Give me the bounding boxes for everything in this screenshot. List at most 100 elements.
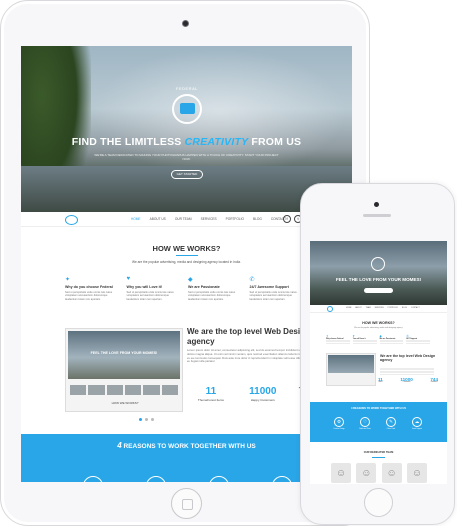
phone-reason-icon: ✎ bbox=[386, 417, 396, 427]
reason-circle-icon bbox=[209, 476, 229, 482]
agency-text: Lorem ipsum dolor sit amet, consectetur … bbox=[187, 348, 314, 364]
nav-item-blog[interactable]: BLOG bbox=[253, 217, 262, 221]
phone-feature-item: ♥ You will Love it bbox=[352, 334, 377, 344]
mockup-thumb bbox=[143, 385, 160, 395]
phone-stat-item: 744 Followers bbox=[430, 377, 438, 383]
phone-nav-item[interactable]: PORTFOLIO bbox=[388, 307, 398, 309]
phone-reason-label: Clean Code bbox=[386, 429, 396, 430]
feature-item: ✦ Why do you choose Federal Sed ut perspic… bbox=[65, 276, 121, 312]
reason-circle-icon bbox=[83, 476, 103, 482]
phone-reason-icon: ♡ bbox=[360, 417, 370, 427]
phone-nav-item[interactable]: SERVICES bbox=[375, 307, 384, 309]
phone-hero-logo bbox=[371, 257, 385, 271]
stat-item: 11000 Happy Customers bbox=[237, 386, 289, 402]
mockup-thumb bbox=[70, 385, 87, 395]
phone-reason-item: ✎ Clean Code bbox=[378, 417, 404, 430]
get-started-button[interactable]: GET STARTED bbox=[171, 170, 203, 179]
feature-item: ♥ Why you will Love it! Sed ut perspiciati… bbox=[127, 276, 183, 312]
phone-hero-title: FEEL THE LOVE FROM YOUR MOMES! bbox=[335, 277, 422, 282]
hero-title-accent: CREATIVITY bbox=[184, 136, 249, 148]
nav-item-home[interactable]: HOME bbox=[131, 217, 141, 221]
phone-reason-label: Great Support bbox=[411, 429, 422, 430]
phone-feature-text bbox=[352, 340, 377, 344]
nav-item-our-team[interactable]: OUR TEAM bbox=[175, 217, 192, 221]
stat-value: 11000 bbox=[249, 386, 277, 397]
mockup-screen: FEEL THE LOVE FROM YOUR MOMES! bbox=[68, 331, 180, 379]
facebook-icon[interactable]: f bbox=[283, 215, 291, 223]
mockup-thumb bbox=[124, 385, 142, 395]
mockup-thumb bbox=[161, 385, 178, 395]
phone-team-avatars: ☺ ☺ ☺ ☺ bbox=[331, 463, 427, 483]
nav-menu: HOME ABOUT US OUR TEAM SERVICES PORTFOLIO BLO… bbox=[131, 217, 286, 221]
nav-item-services[interactable]: SERVICES bbox=[201, 217, 217, 221]
agency-title: We are the top level Web Design agency bbox=[187, 327, 310, 346]
phone-nav-item[interactable]: BLOG bbox=[402, 307, 407, 309]
phone-stat-label: Customers bbox=[402, 382, 411, 383]
phone-stat-label: Items bbox=[378, 382, 383, 383]
hero-banner: FEDERAL FIND THE LIMITLESS CREATIVITY FR… bbox=[21, 46, 352, 212]
feature-title: 24/7 Awesome Support bbox=[249, 285, 289, 289]
diamond-icon: ◆ bbox=[188, 277, 193, 283]
phone-how-subtitle: We are the popular advertising, media an… bbox=[354, 327, 403, 329]
phone-reason-icon: ⚙ bbox=[334, 417, 344, 427]
phone-feature-item: ◆ We are Passionate bbox=[379, 334, 404, 344]
hero-subtitle: WE'RE A TEAM DEDICATED TO MAKING YOUR PH… bbox=[94, 153, 279, 161]
reasons-title-text: REASONS TO WORK TOGETHER WITH US bbox=[121, 443, 256, 450]
reasons-circles bbox=[83, 476, 292, 482]
phone-features: ✦ Why choose Federal ♥ You will Love it ◆ We … bbox=[326, 334, 430, 344]
nav-logo[interactable] bbox=[65, 215, 78, 225]
carousel-dot[interactable] bbox=[139, 418, 142, 421]
stat-value: 11 bbox=[205, 386, 217, 397]
mockup-screen-text: FEEL THE LOVE FROM YOUR MOMES! bbox=[90, 351, 158, 355]
mockup-thumbnails bbox=[70, 385, 178, 395]
carousel-dot[interactable] bbox=[151, 418, 154, 421]
phone-camera bbox=[374, 202, 379, 207]
reason-circle-icon bbox=[272, 476, 292, 482]
feature-item: ✆ 24/7 Awesome Support Sed ut perspiciatis… bbox=[250, 276, 306, 312]
phone-nav-item[interactable]: TEAM bbox=[366, 307, 371, 309]
nav-item-about-us[interactable]: ABOUT US bbox=[150, 217, 166, 221]
phone-mockup-screen bbox=[328, 355, 374, 373]
phone-reason-item: ♡ Dedicated Team bbox=[352, 417, 378, 430]
phone-team-title: OUR DEDICATED TEAM bbox=[363, 451, 394, 454]
phone-how-title: HOW WE WORKS? bbox=[362, 321, 395, 325]
phone-nav-item[interactable]: HOME bbox=[346, 307, 351, 309]
phone-reason-item: ☁ Great Support bbox=[404, 417, 430, 430]
phone-agency-text bbox=[380, 368, 434, 375]
team-avatar: ☺ bbox=[406, 463, 427, 483]
phone-agency-title: We are the top level Web Design agency bbox=[380, 354, 436, 363]
phone-device: FEEL THE LOVE FROM YOUR MOMES! HOME ABOUT… bbox=[300, 183, 455, 525]
phone-nav-item[interactable]: CONTACT bbox=[411, 307, 420, 309]
phone-laptop-mockup bbox=[326, 353, 376, 386]
hero-title: FIND THE LIMITLESS CREATIVITY FROM US bbox=[21, 136, 352, 148]
carousel-dot[interactable] bbox=[145, 418, 148, 421]
nav-item-portfolio[interactable]: PORTFOLIO bbox=[226, 217, 244, 221]
phone-reasons-icons: ⚙ Creative Design ♡ Dedicated Team ✎ Clean Co… bbox=[326, 417, 430, 430]
phone-nav-menu: HOME ABOUT TEAM SERVICES PORTFOLIO BLOG CONTAC… bbox=[346, 307, 420, 309]
feature-text: Sed ut perspiciatis unde omnis iste natu… bbox=[188, 291, 236, 301]
mockup-thumb bbox=[106, 385, 123, 395]
phone-hero: FEEL THE LOVE FROM YOUR MOMES! bbox=[310, 241, 447, 305]
heart-icon: ♥ bbox=[126, 276, 131, 282]
hero-title-before: FIND THE LIMITLESS bbox=[71, 136, 185, 148]
phone-reason-item: ⚙ Creative Design bbox=[326, 417, 352, 430]
phone-home-button[interactable] bbox=[364, 488, 393, 517]
phone-nav-item[interactable]: ABOUT bbox=[355, 307, 361, 309]
feature-item: ◆ We are Passionate Sed ut perspiciatis un… bbox=[188, 276, 244, 312]
phone-stat-label: Followers bbox=[430, 382, 438, 383]
phone-feature-text bbox=[326, 340, 350, 344]
phone-stat-item: 11000 Customers bbox=[400, 377, 413, 383]
tablet-camera bbox=[182, 20, 189, 27]
feature-text: Sed ut perspiciatis unde omnis iste natu… bbox=[126, 291, 174, 301]
tablet-home-button[interactable] bbox=[171, 488, 202, 519]
stat-label: Happy Customers bbox=[250, 398, 275, 402]
phone-stat-item: 11 Items bbox=[378, 377, 383, 383]
reason-circle-icon bbox=[146, 476, 166, 482]
phone-feature-text bbox=[379, 340, 404, 344]
megaphone-icon: ✆ bbox=[249, 277, 255, 283]
phone-hero-button[interactable] bbox=[364, 288, 393, 293]
hero-logo-text: FEDERAL bbox=[176, 86, 198, 91]
phone-nav-logo[interactable] bbox=[327, 306, 333, 312]
feature-title: Why you will Love it! bbox=[126, 285, 163, 289]
feature-title: We are Passionate bbox=[188, 285, 220, 289]
